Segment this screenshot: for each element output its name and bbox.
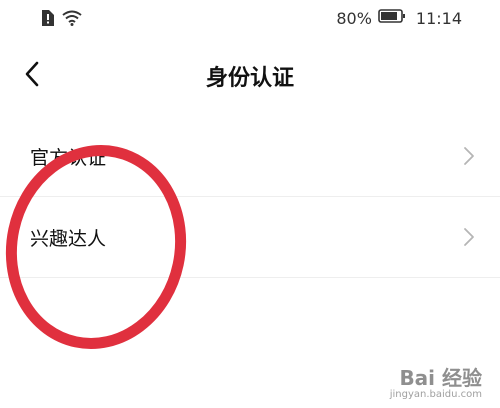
header: 身份认证 [0,46,500,106]
watermark: Bai 经验 jingyan.baidu.com [390,362,482,400]
list-item-interest-expert[interactable]: 兴趣达人 [0,197,500,278]
status-bar-left [40,10,82,30]
list-item-label: 官方认证 [30,147,107,169]
clock: 11:14 [415,8,462,28]
settings-list: 官方认证 兴趣达人 [0,116,500,278]
watermark-url: jingyan.baidu.com [389,389,482,400]
screen: 80% 11:14 身份认证 官方认证 兴趣达人 Bai 经验 jingyan.… [0,0,500,408]
status-bar: 80% 11:14 [0,0,500,38]
list-item-official-verification[interactable]: 官方认证 [0,116,500,197]
chevron-right-icon [462,227,476,247]
watermark-brand: Bai 经验 [399,366,482,390]
chevron-right-icon [462,146,476,166]
wifi-icon [62,10,82,30]
status-bar-right: 80% 11:14 [336,8,462,28]
watermark-logo: Bai 经验 [390,362,482,391]
battery-icon [378,8,406,28]
battery-percent: 80% [336,8,372,28]
list-item-label: 兴趣达人 [30,228,107,250]
sim-alert-icon [40,10,54,30]
page-title: 身份认证 [205,66,294,91]
